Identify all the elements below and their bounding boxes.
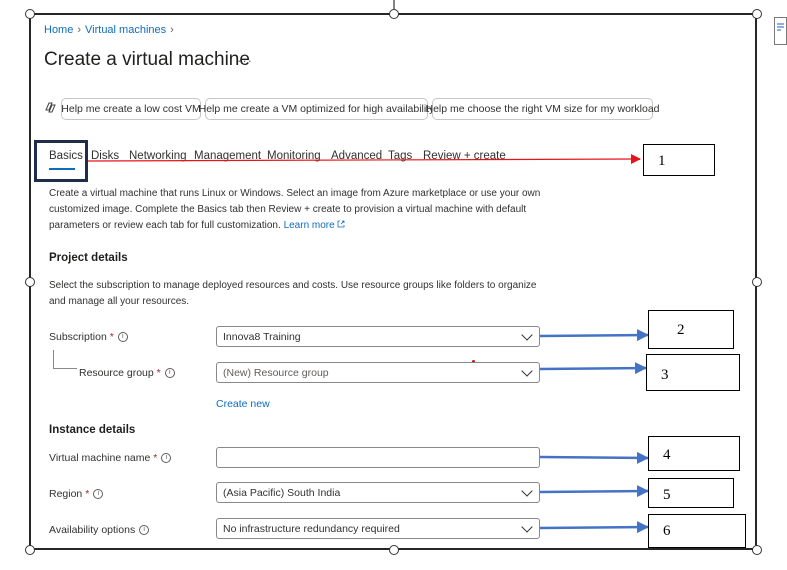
external-link-icon	[338, 220, 345, 228]
info-icon[interactable]: i	[93, 489, 104, 500]
chevron-right-icon: ›	[170, 24, 174, 36]
more-options-icon[interactable]: ···	[237, 53, 253, 68]
required-mark: *	[85, 488, 90, 500]
create-new-link[interactable]: Create new	[216, 398, 270, 410]
vm-name-label-text: Virtual machine name	[49, 452, 151, 464]
availability-label: Availability options i	[49, 524, 150, 536]
chevron-down-icon	[521, 329, 533, 341]
tree-connector	[53, 350, 54, 368]
region-label: Region * i	[49, 488, 104, 500]
info-icon[interactable]: i	[164, 368, 175, 379]
resource-group-value: (New) Resource group	[223, 366, 329, 379]
tree-connector-horizontal	[53, 368, 77, 369]
tab-management[interactable]: Management	[194, 150, 261, 162]
availability-value: No infrastructure redundancy required	[223, 522, 400, 535]
resource-group-label: Resource group * i	[79, 367, 175, 379]
resize-handle[interactable]	[25, 277, 35, 287]
resource-group-label-text: Resource group	[79, 367, 154, 379]
resize-handle[interactable]	[752, 9, 762, 19]
vm-name-label: Virtual machine name * i	[49, 452, 172, 464]
tab-networking[interactable]: Networking	[129, 150, 187, 162]
callout-2-number: 2	[677, 322, 685, 338]
info-icon[interactable]: i	[117, 332, 128, 343]
active-tab-indicator	[49, 168, 75, 170]
assist-high-availability-button[interactable]: Help me create a VM optimized for high a…	[199, 98, 434, 120]
subscription-label: Subscription * i	[49, 331, 128, 343]
page-title: Create a virtual machine	[44, 49, 250, 70]
callout-2: 2	[648, 310, 734, 349]
project-details-heading: Project details	[49, 252, 128, 264]
assist-vm-size-button[interactable]: Help me choose the right VM size for my …	[426, 98, 660, 120]
region-label-text: Region	[49, 488, 83, 500]
callout-3: 3	[646, 354, 740, 391]
callout-1: 1	[643, 144, 715, 176]
region-select[interactable]: (Asia Pacific) South India	[216, 482, 540, 503]
availability-label-text: Availability options	[49, 524, 136, 536]
chevron-right-icon: ›	[77, 24, 82, 36]
subscription-label-text: Subscription	[49, 331, 107, 343]
region-value: (Asia Pacific) South India	[223, 486, 341, 499]
chevron-down-icon	[521, 365, 533, 377]
chevron-down-icon	[521, 485, 533, 497]
tab-tags[interactable]: Tags	[388, 150, 412, 162]
chevron-down-icon	[521, 521, 533, 533]
subscription-value: Innova8 Training	[223, 330, 301, 343]
availability-select[interactable]: No infrastructure redundancy required	[216, 518, 540, 539]
callout-5-number: 5	[663, 487, 671, 503]
callout-5: 5	[648, 478, 734, 508]
required-mark: *	[109, 331, 114, 343]
tab-advanced[interactable]: Advanced	[331, 150, 382, 162]
resize-handle[interactable]	[752, 277, 762, 287]
info-icon[interactable]: i	[139, 525, 150, 536]
required-mark: *	[153, 452, 158, 464]
assist-low-cost-button[interactable]: Help me create a low cost VM	[61, 98, 201, 120]
project-details-description: Select the subscription to manage deploy…	[49, 280, 537, 307]
resource-group-select[interactable]: (New) Resource group	[216, 362, 540, 383]
layout-options-icon[interactable]	[774, 17, 787, 45]
tab-review-create[interactable]: Review + create	[423, 150, 506, 162]
resize-handle[interactable]	[752, 545, 762, 555]
copilot-icon	[44, 101, 57, 117]
callout-1-number: 1	[658, 153, 666, 169]
tab-basics[interactable]: Basics	[49, 150, 83, 162]
instance-details-heading: Instance details	[49, 424, 136, 436]
resize-handle[interactable]	[25, 9, 35, 19]
intro-text: Create a virtual machine that runs Linux…	[49, 186, 549, 234]
callout-4: 4	[648, 436, 740, 471]
subscription-select[interactable]: Innova8 Training	[216, 326, 540, 347]
breadcrumb-virtual-machines[interactable]: Virtual machines	[85, 24, 166, 36]
callout-6: 6	[648, 514, 746, 548]
breadcrumb-home[interactable]: Home	[44, 24, 73, 36]
tab-monitoring[interactable]: Monitoring	[267, 150, 321, 162]
tab-disks[interactable]: Disks	[91, 150, 119, 162]
resize-handle[interactable]	[389, 9, 399, 19]
required-mark: *	[156, 367, 161, 379]
callout-4-number: 4	[663, 447, 671, 463]
breadcrumb: Home › Virtual machines ›	[44, 24, 178, 36]
vm-name-input[interactable]	[216, 447, 540, 468]
resize-handle[interactable]	[389, 545, 399, 555]
resize-handle[interactable]	[25, 545, 35, 555]
learn-more-link[interactable]: Learn more	[284, 220, 335, 231]
callout-6-number: 6	[663, 523, 671, 539]
callout-3-number: 3	[661, 367, 669, 383]
info-icon[interactable]: i	[161, 453, 172, 464]
